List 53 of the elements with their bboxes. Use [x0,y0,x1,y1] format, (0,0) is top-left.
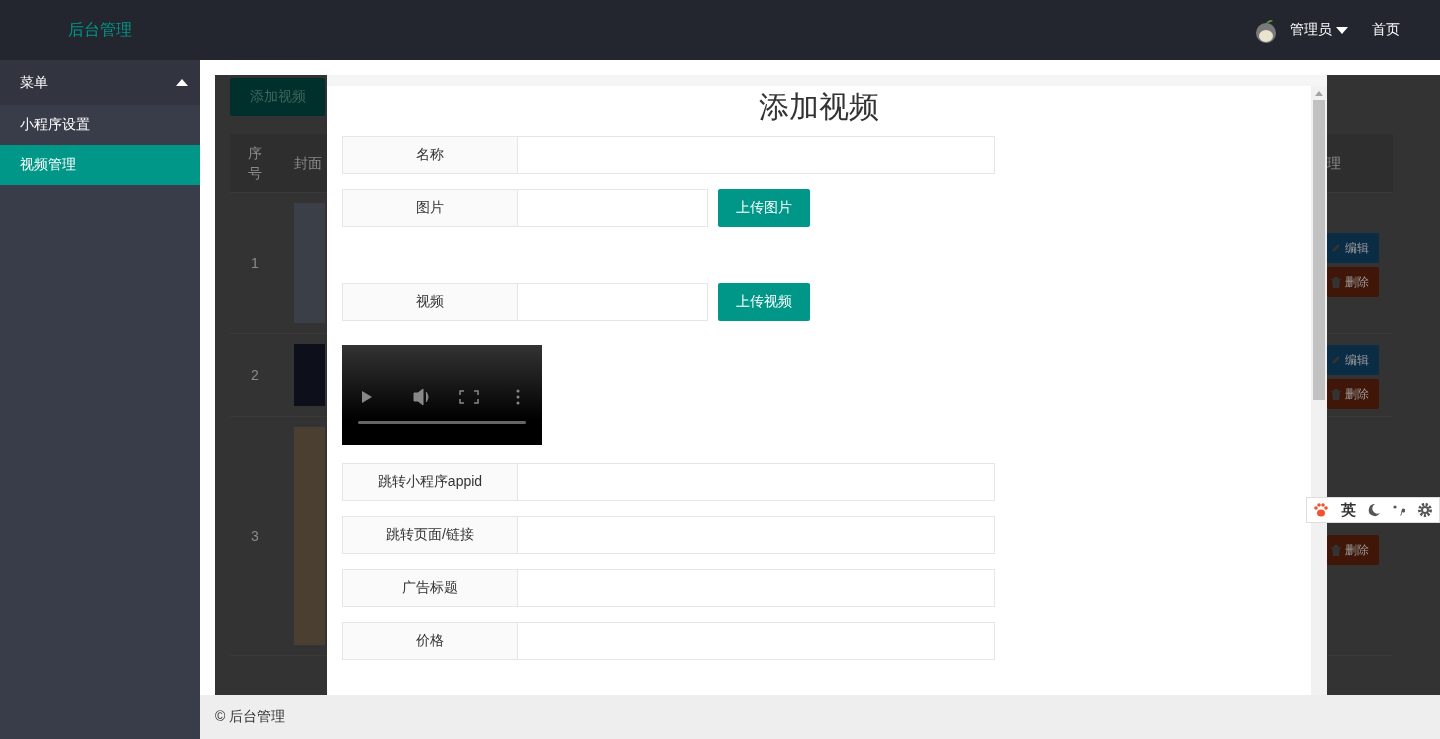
punctuation-icon[interactable] [1393,503,1406,517]
caret-icon [176,79,188,86]
scroll-up-arrow-icon[interactable] [1315,90,1323,96]
table-cell-text: 3 [250,527,260,546]
table-cell-text: 1 [250,254,260,273]
trash-icon [1331,544,1341,556]
input-field[interactable] [518,463,995,501]
caret-icon [1336,26,1348,34]
sidebar-item[interactable]: 小程序设置 [0,105,200,145]
field-label: 图片 [342,189,518,227]
footer-text: © 后台管理 [200,695,1440,739]
field-label: 跳转小程序appid [342,463,518,501]
ime-mode-toggle[interactable]: 英 [1340,500,1356,520]
delete-button[interactable]: 删除 [1327,267,1379,297]
column-header: 理 [1327,154,1341,173]
upload-button[interactable]: 上传图片 [718,189,810,227]
table-cell-text: 2 [250,366,260,385]
app-title: 后台管理 [68,19,133,40]
input-field[interactable] [518,136,995,174]
home-link[interactable]: 首页 [1372,21,1400,39]
video-player[interactable] [342,345,542,445]
photo-placeholder [294,344,325,406]
avatar-icon [1254,17,1278,43]
edit-button[interactable]: 编辑 [1327,233,1379,263]
input-field[interactable] [518,569,995,607]
delete-button[interactable]: 删除 [1327,535,1379,565]
field-label: 价格 [342,622,518,660]
paw-icon[interactable] [1312,502,1329,518]
column-header: 序号 [248,144,262,183]
user-menu[interactable]: 管理员 [1290,21,1348,39]
input-field[interactable] [518,283,708,321]
settings-icon[interactable] [1417,502,1434,518]
modal-title: 添加视频 [758,89,880,125]
field-label: 名称 [342,136,518,174]
sidebar-item[interactable]: 视频管理 [0,145,200,185]
moon-icon[interactable] [1367,503,1382,517]
trash-icon [1331,276,1341,288]
edit-button[interactable]: 编辑 [1327,345,1379,375]
trash-icon [1331,388,1341,400]
pencil-icon [1331,355,1341,365]
delete-button[interactable]: 删除 [1327,379,1379,409]
input-field[interactable] [518,516,995,554]
input-field[interactable] [518,189,708,227]
column-header: 封面 [294,154,323,173]
scrollbar[interactable] [1311,86,1327,695]
input-field[interactable] [518,622,995,660]
field-label: 广告标题 [342,569,518,607]
menu-title: 菜单 [20,73,48,92]
pencil-icon [1331,243,1341,253]
menu-header[interactable]: 菜单 [0,60,200,105]
field-label: 跳转页面/链接 [342,516,518,554]
upload-button[interactable]: 上传视频 [718,283,810,321]
field-label: 视频 [342,283,518,321]
